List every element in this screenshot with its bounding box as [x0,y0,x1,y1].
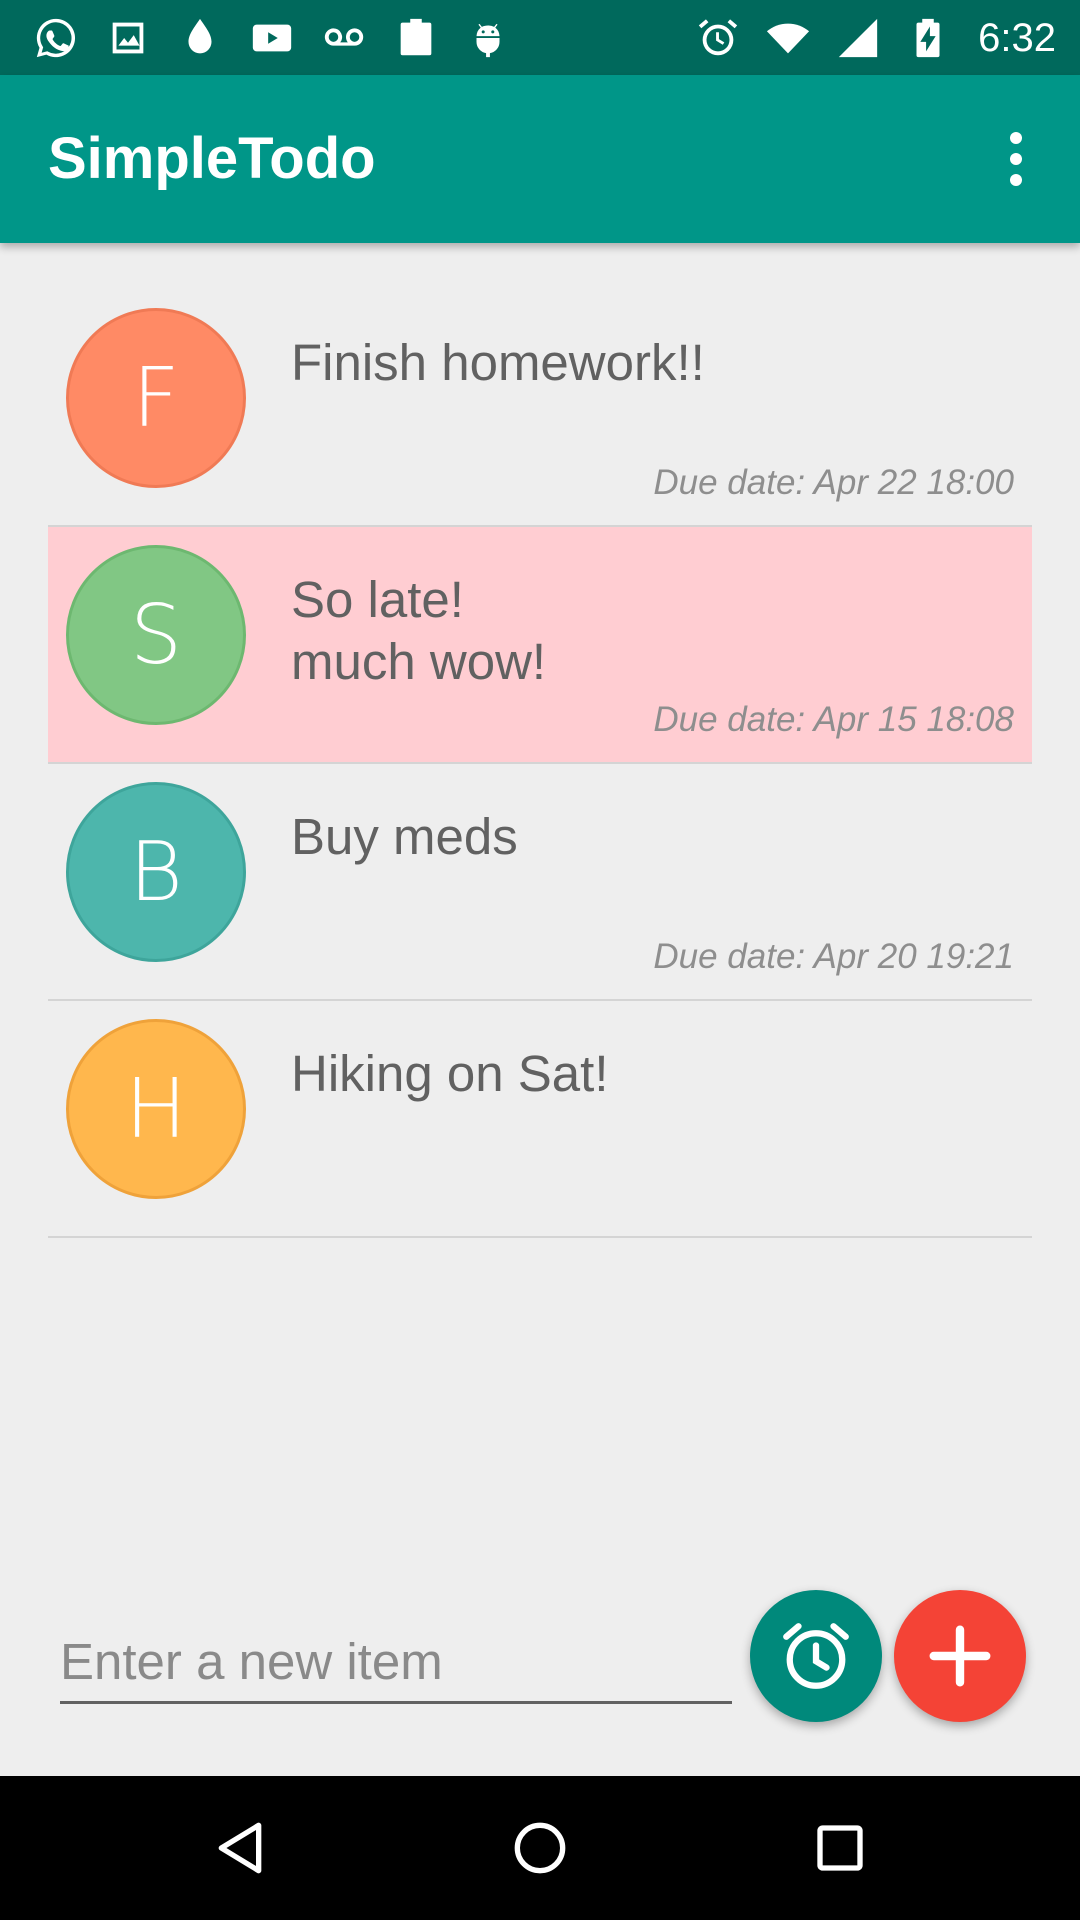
todo-item[interactable]: B Buy meds Due date: Apr 20 19:21 [48,764,1032,1001]
new-item-input[interactable] [60,1622,732,1701]
todo-title: So late! much wow! [291,571,547,690]
todo-item-overdue[interactable]: S So late! much wow! Due date: Apr 15 18… [48,527,1032,764]
set-reminder-button[interactable] [750,1590,882,1722]
more-vert-icon[interactable] [976,119,1056,199]
alarm-icon [692,12,744,64]
overflow-dot [1010,132,1022,144]
todo-item[interactable]: F Finish homework!! Due date: Apr 22 18:… [48,290,1032,527]
android-icon [462,12,514,64]
due-date: Due date: Apr 15 18:08 [653,700,1014,739]
add-icon [929,1625,991,1687]
todo-title: Buy meds [291,808,518,865]
todo-title: Finish homework!! [291,334,705,391]
notification-icons [30,12,514,64]
new-item-field [60,1622,732,1704]
recents-icon [817,1825,863,1871]
drop-icon [174,12,226,64]
todo-item[interactable]: H Hiking on Sat! [48,1001,1032,1238]
avatar: H [66,1019,246,1199]
overflow-dot [1010,174,1022,186]
voicemail-icon [318,12,370,64]
system-icons: 6:32 [692,12,1056,64]
add-item-button[interactable] [894,1590,1026,1722]
home-icon [514,1822,566,1874]
cell-signal-icon [832,12,884,64]
due-date: Due date: Apr 20 19:21 [653,937,1014,976]
clipboard-check-icon [390,12,442,64]
navigation-bar [0,1776,1080,1920]
image-icon [102,12,154,64]
back-button[interactable] [200,1808,280,1888]
wifi-icon [762,12,814,64]
alarm-icon [783,1623,849,1689]
youtube-icon [246,12,298,64]
home-button[interactable] [500,1808,580,1888]
avatar: B [66,782,246,962]
overflow-dot [1010,153,1022,165]
back-icon [218,1822,262,1874]
avatar: S [66,545,246,725]
clock-time: 6:32 [978,15,1056,60]
due-date: Due date: Apr 22 18:00 [653,463,1014,502]
status-bar: 6:32 [0,0,1080,75]
todo-list: F Finish homework!! Due date: Apr 22 18:… [48,290,1032,1238]
todo-title: Hiking on Sat! [291,1045,609,1102]
recents-button[interactable] [800,1808,880,1888]
whatsapp-icon [30,12,82,64]
battery-charging-icon [902,12,954,64]
app-title: SimpleTodo [48,126,376,191]
avatar: F [66,308,246,488]
app-bar: SimpleTodo [0,75,1080,243]
